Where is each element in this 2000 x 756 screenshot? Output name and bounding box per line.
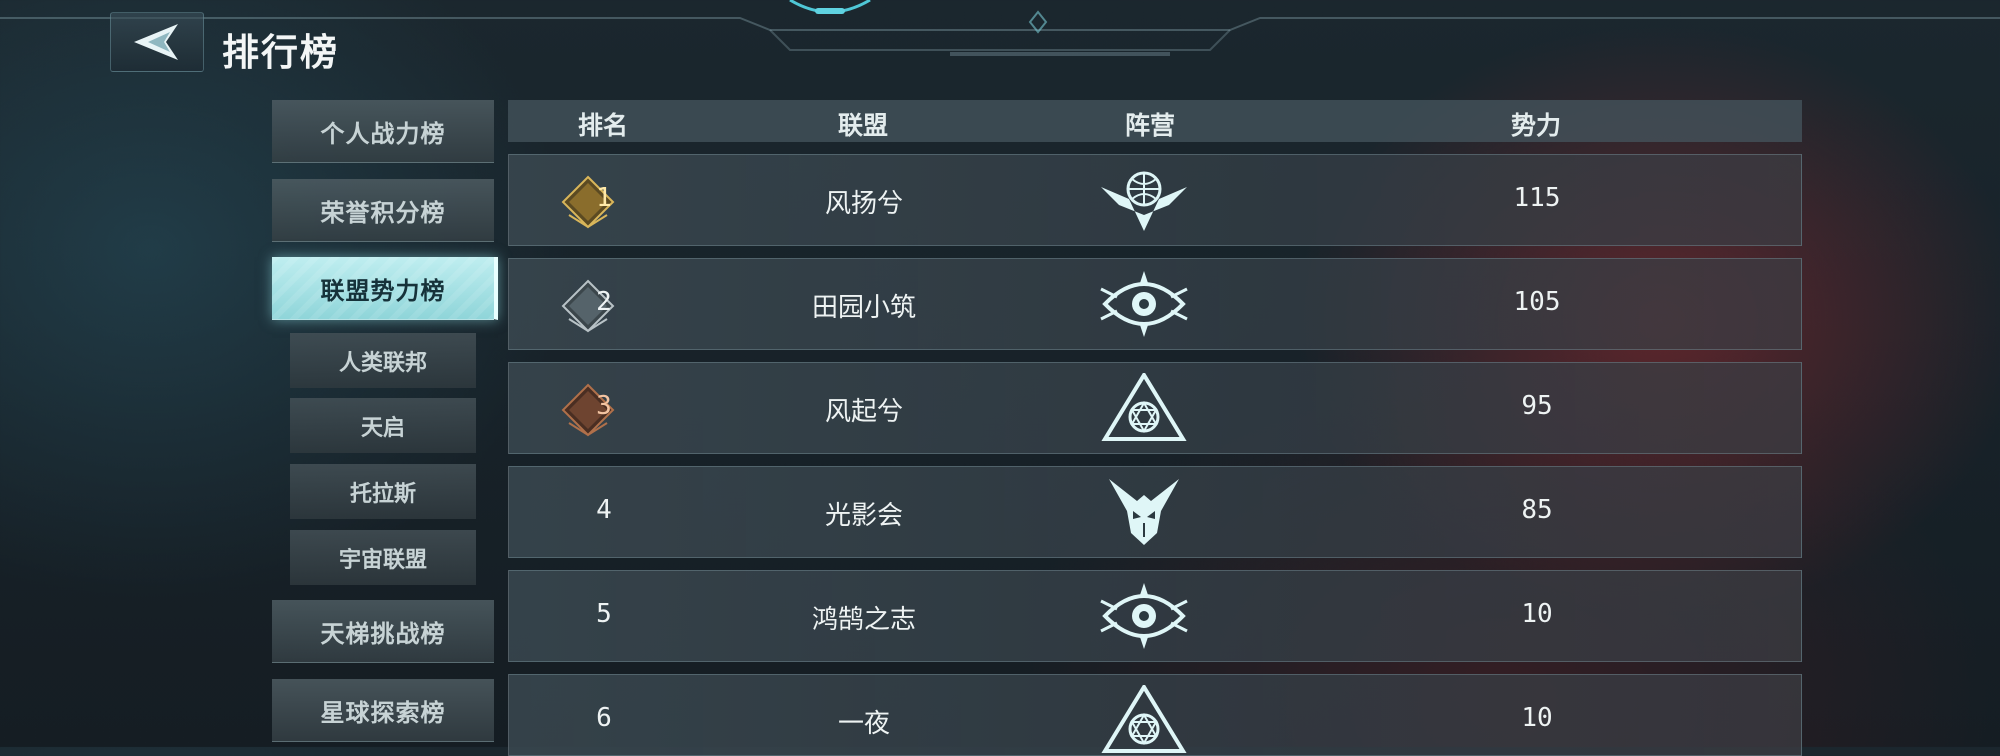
back-arrow-icon <box>134 24 178 60</box>
mask-emblem-icon <box>1109 479 1179 545</box>
eye-emblem-icon <box>1100 271 1188 337</box>
tab-ladder-challenge[interactable]: 天梯挑战榜 <box>272 600 494 663</box>
eye-emblem-icon <box>1100 583 1188 649</box>
subtab-human-federation[interactable]: 人类联邦 <box>290 333 476 388</box>
alliance-name: 光影会 <box>824 501 904 531</box>
back-button[interactable] <box>110 12 204 72</box>
rank-value: 3 <box>596 391 612 421</box>
power-value: 85 <box>1521 495 1553 525</box>
tab-honor-points[interactable]: 荣誉积分榜 <box>272 179 494 242</box>
page-title: 排行榜 <box>222 30 339 74</box>
subtab-trust[interactable]: 托拉斯 <box>290 464 476 519</box>
alliance-name: 鸿鹄之志 <box>811 605 917 635</box>
triangle-emblem-icon <box>1101 373 1187 441</box>
table-row[interactable]: 6 一夜 10 <box>508 674 1802 756</box>
column-header-alliance: 联盟 <box>837 111 889 140</box>
rank-value: 6 <box>596 703 612 733</box>
rank-value: 2 <box>596 287 612 317</box>
table-header: 排名 联盟 阵营 势力 <box>508 100 1802 142</box>
tab-alliance-power[interactable]: 联盟势力榜 <box>272 257 498 320</box>
column-header-faction: 阵营 <box>1124 111 1176 140</box>
triangle-emblem-icon <box>1101 685 1187 753</box>
table-row[interactable]: 1 风扬兮 115 <box>508 154 1802 246</box>
table-row[interactable]: 2 田园小筑 105 <box>508 258 1802 350</box>
rank-value: 4 <box>596 495 612 525</box>
alliance-name: 风扬兮 <box>824 189 904 219</box>
tab-personal-power[interactable]: 个人战力榜 <box>272 100 494 163</box>
table-row[interactable]: 4 光影会 85 <box>508 466 1802 558</box>
power-value: 115 <box>1513 183 1561 213</box>
column-header-rank: 排名 <box>577 111 629 140</box>
tab-planet-exploration[interactable]: 星球探索榜 <box>272 679 494 742</box>
table-row[interactable]: 5 鸿鹄之志 10 <box>508 570 1802 662</box>
subtab-universe-alliance[interactable]: 宇宙联盟 <box>290 530 476 585</box>
column-header-power: 势力 <box>1510 111 1562 140</box>
power-value: 10 <box>1521 599 1553 629</box>
power-value: 105 <box>1513 287 1561 317</box>
power-value: 10 <box>1521 703 1553 733</box>
alliance-name: 风起兮 <box>824 397 904 427</box>
table-row[interactable]: 3 风起兮 95 <box>508 362 1802 454</box>
globe-wings-emblem-icon <box>1101 171 1187 231</box>
alliance-name: 一夜 <box>837 709 891 739</box>
power-value: 95 <box>1521 391 1553 421</box>
rank-value: 5 <box>596 599 612 629</box>
alliance-name: 田园小筑 <box>811 293 917 323</box>
subtab-apocalypse[interactable]: 天启 <box>290 398 476 453</box>
rank-value: 1 <box>596 183 612 213</box>
